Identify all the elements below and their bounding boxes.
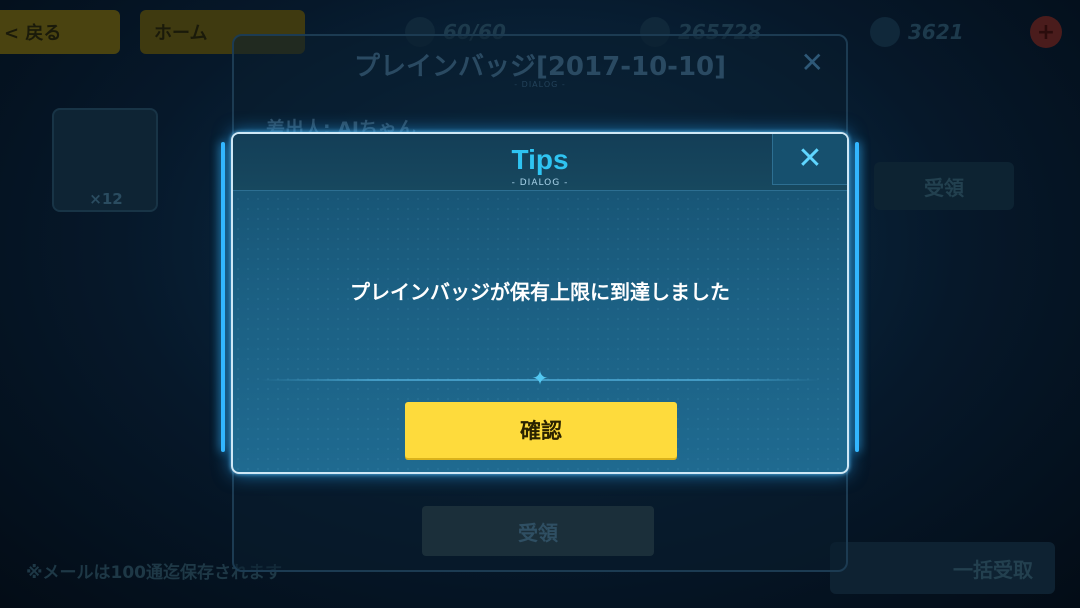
confirm-label: 確認 xyxy=(520,419,562,443)
tips-dialog: Tips - DIALOG - ✕ プレインバッジが保有上限に到達しました ✦ … xyxy=(231,132,849,474)
tips-close-button[interactable]: ✕ xyxy=(772,134,847,185)
mail-detail-receive-button[interactable]: 受領 xyxy=(422,506,654,556)
tips-subtitle: - DIALOG - xyxy=(511,178,569,188)
sparkle-icon: ✦ xyxy=(531,366,549,390)
gem-counter: 3621 xyxy=(870,14,964,50)
tips-title: Tips xyxy=(511,144,569,175)
back-button[interactable]: < 戻る xyxy=(0,10,120,54)
home-label: ホーム xyxy=(154,23,208,44)
dialog-glow-right xyxy=(855,142,859,452)
mail-receive-button[interactable]: 受領 xyxy=(874,162,1014,210)
plus-icon: + xyxy=(1036,19,1056,45)
back-label: < 戻る xyxy=(4,23,62,44)
mail-item-count: ×12 xyxy=(89,190,123,208)
gem-icon xyxy=(870,17,900,47)
mail-detail-close-icon[interactable]: ✕ xyxy=(801,46,824,79)
close-icon: ✕ xyxy=(797,141,823,176)
tips-message: プレインバッジが保有上限に到達しました xyxy=(350,280,730,304)
confirm-button[interactable]: 確認 xyxy=(405,402,677,458)
mail-detail-subtitle: - DIALOG - xyxy=(514,80,566,89)
dialog-glow-left xyxy=(221,142,225,452)
add-gems-button[interactable]: + xyxy=(1030,16,1062,48)
gem-value: 3621 xyxy=(908,20,964,44)
bulk-receive-button[interactable]: 一括受取 xyxy=(830,542,1055,594)
mail-detail-title: プレインバッジ[2017-10-10] xyxy=(353,52,727,82)
